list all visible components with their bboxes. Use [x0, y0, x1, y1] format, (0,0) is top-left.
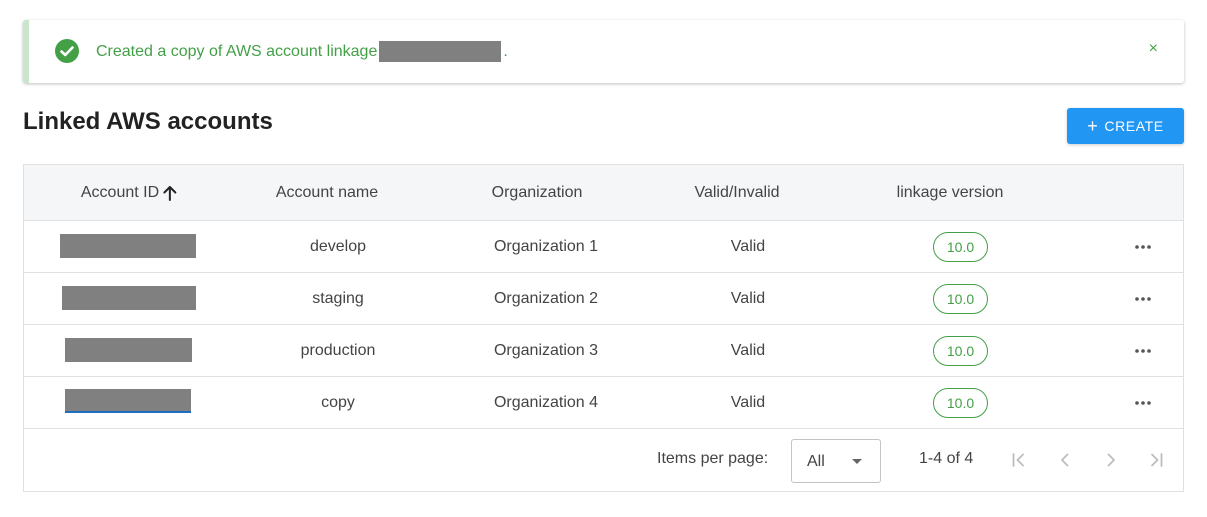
redacted-account-id — [60, 234, 196, 258]
caret-down-icon — [852, 459, 862, 464]
organization-cell: Organization 2 — [493, 290, 599, 307]
pagination: Items per page: All 1-4 of 4 — [24, 429, 1183, 491]
column-header-account-name[interactable]: Account name — [276, 165, 378, 221]
check-circle-icon — [55, 39, 79, 63]
table-row[interactable]: production Organization 3 Valid 10.0 — [24, 325, 1183, 377]
linkage-version-badge: 10.0 — [933, 336, 988, 366]
redacted-account-id — [65, 338, 192, 362]
redacted-account-id — [62, 286, 196, 310]
accounts-table: Account ID Account name Organization Val… — [23, 164, 1184, 492]
more-options-icon[interactable] — [1133, 347, 1153, 355]
table-header: Account ID Account name Organization Val… — [24, 165, 1183, 221]
organization-cell: Organization 3 — [493, 342, 599, 359]
account-name-cell: production — [300, 342, 376, 359]
previous-page-icon[interactable] — [1055, 450, 1075, 470]
account-name-cell: copy — [321, 394, 355, 411]
create-button[interactable]: + CREATE — [1067, 108, 1184, 144]
table-row[interactable]: develop Organization 1 Valid 10.0 — [24, 221, 1183, 273]
alert-message-text: Created a copy of AWS account linkage — [96, 42, 378, 60]
sort-ascending-icon[interactable] — [161, 184, 179, 202]
alert-message: Created a copy of AWS account linkage . — [96, 41, 508, 62]
last-page-icon[interactable] — [1146, 450, 1166, 470]
column-header-valid[interactable]: Valid/Invalid — [694, 165, 779, 221]
page-title: Linked AWS accounts — [23, 108, 273, 135]
more-options-icon[interactable] — [1133, 243, 1153, 251]
table-row[interactable]: copy Organization 4 Valid 10.0 — [24, 377, 1183, 429]
table-row[interactable]: staging Organization 2 Valid 10.0 — [24, 273, 1183, 325]
items-per-page-select[interactable]: All — [791, 439, 881, 483]
valid-cell: Valid — [730, 290, 766, 307]
items-per-page-label: Items per page: — [657, 450, 769, 467]
organization-cell: Organization 4 — [493, 394, 599, 411]
first-page-icon[interactable] — [1009, 450, 1029, 470]
valid-cell: Valid — [730, 238, 766, 255]
success-alert: Created a copy of AWS account linkage . … — [23, 20, 1184, 83]
organization-cell: Organization 1 — [493, 238, 599, 255]
account-name-cell: develop — [309, 238, 367, 255]
redacted-linkage-name — [379, 41, 502, 62]
close-alert-icon[interactable]: × — [1149, 40, 1158, 58]
valid-cell: Valid — [730, 394, 766, 411]
alert-message-suffix: . — [503, 42, 508, 60]
more-options-icon[interactable] — [1133, 295, 1153, 303]
more-options-icon[interactable] — [1133, 399, 1153, 407]
column-header-linkage-version[interactable]: linkage version — [897, 165, 1004, 221]
column-header-account-id[interactable]: Account ID — [81, 165, 179, 221]
items-per-page-value: All — [807, 453, 825, 470]
page-range: 1-4 of 4 — [919, 450, 974, 467]
account-name-cell: staging — [312, 290, 364, 307]
valid-cell: Valid — [730, 342, 766, 359]
redacted-account-id-link[interactable] — [65, 389, 191, 413]
linkage-version-badge: 10.0 — [933, 284, 988, 314]
column-header-organization[interactable]: Organization — [492, 165, 583, 221]
column-header-account-id-label: Account ID — [80, 184, 160, 201]
linkage-version-badge: 10.0 — [933, 388, 988, 418]
next-page-icon[interactable] — [1101, 450, 1121, 470]
plus-icon: + — [1087, 116, 1099, 136]
create-button-label: CREATE — [1104, 118, 1164, 134]
linkage-version-badge: 10.0 — [933, 232, 988, 262]
